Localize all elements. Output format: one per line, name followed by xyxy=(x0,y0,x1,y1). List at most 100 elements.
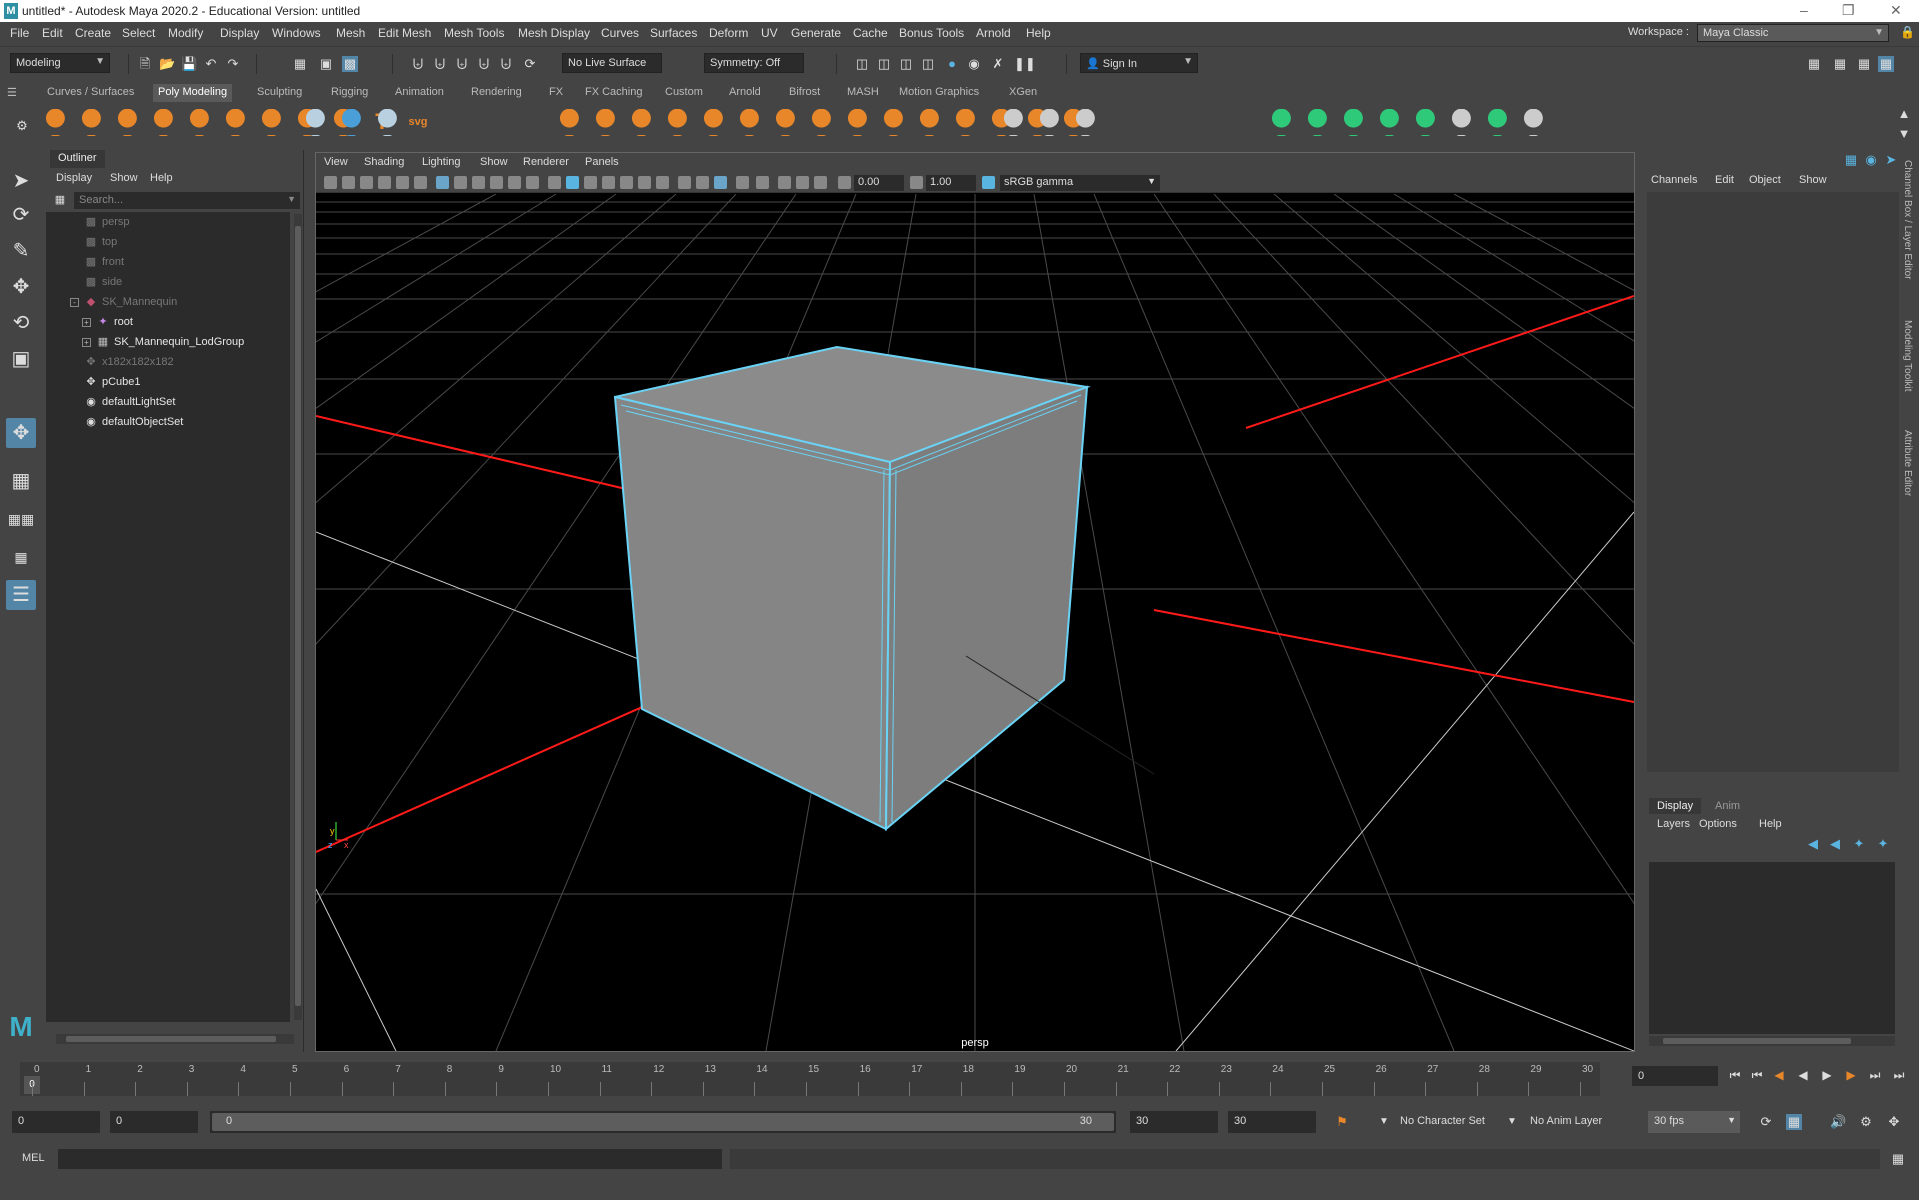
menu-display[interactable]: Display xyxy=(220,26,259,40)
snap-grid-icon[interactable]: ⨄ xyxy=(410,56,426,72)
outliner-menu-show[interactable]: Show xyxy=(110,172,138,184)
outliner-layout-icon[interactable]: ☰ xyxy=(6,580,36,610)
film-gate-icon[interactable] xyxy=(454,176,467,189)
poly-disc-icon[interactable] xyxy=(260,108,288,136)
render-view-icon[interactable]: ◫ xyxy=(854,56,870,72)
mirror-icon[interactable] xyxy=(630,108,658,136)
current-frame-field[interactable]: 0 xyxy=(1632,1066,1718,1086)
lights-icon[interactable] xyxy=(656,176,669,189)
resolution-gate-icon[interactable] xyxy=(472,176,485,189)
anti-aliasing-icon[interactable] xyxy=(756,176,769,189)
uv-project-icon[interactable] xyxy=(1270,108,1298,136)
fps-dropdown[interactable]: 30 fps ▼ xyxy=(1648,1111,1740,1133)
viewport-menu-lighting[interactable]: Lighting xyxy=(422,156,461,168)
outliner-menu-help[interactable]: Help xyxy=(150,172,173,184)
bookmarks-icon[interactable] xyxy=(360,176,373,189)
textured-icon[interactable] xyxy=(638,176,651,189)
viewport-menu-view[interactable]: View xyxy=(324,156,348,168)
snap-curve-icon[interactable]: ⨄ xyxy=(432,56,448,72)
viewport-menu-shading[interactable]: Shading xyxy=(364,156,404,168)
outliner-item-sk-mannequin[interactable]: - ◆ SK_Mannequin xyxy=(46,294,286,312)
snap-view-icon[interactable]: ⨄ xyxy=(476,56,492,72)
two-d-pan-icon[interactable] xyxy=(396,176,409,189)
remesh-icon[interactable] xyxy=(738,108,766,136)
layer-tab-anim[interactable]: Anim xyxy=(1707,798,1748,814)
menu-surfaces[interactable]: Surfaces xyxy=(650,26,697,40)
ipr-render-icon[interactable]: ◫ xyxy=(898,56,914,72)
side-tab-channel-box[interactable]: Channel Box / Layer Editor xyxy=(1902,160,1913,280)
xray-icon[interactable] xyxy=(620,176,633,189)
lock-icon[interactable]: 🔒 xyxy=(1900,25,1915,39)
loop-icon[interactable]: ⟳ xyxy=(1758,1114,1774,1130)
save-scene-icon[interactable]: 💾 xyxy=(181,56,197,72)
select-component-icon[interactable]: ▩ xyxy=(342,56,358,72)
ambient-occlusion-icon[interactable] xyxy=(696,176,709,189)
shelf-scroll-down-icon[interactable]: ▼ xyxy=(1896,126,1912,142)
close-icon[interactable]: ✕ xyxy=(1890,2,1902,19)
menu-arnold[interactable]: Arnold xyxy=(976,26,1011,40)
gamma-field[interactable]: 1.00 xyxy=(926,175,976,191)
menu-help[interactable]: Help xyxy=(1026,26,1051,40)
script-editor-icon[interactable]: ▦ xyxy=(1890,1151,1906,1167)
menu-windows[interactable]: Windows xyxy=(272,26,321,40)
bevel-icon[interactable] xyxy=(882,108,910,136)
uv-cylindrical-icon[interactable] xyxy=(1378,108,1406,136)
modeling-toolkit-icon[interactable]: ▦ xyxy=(1806,56,1822,72)
poly-torus-icon[interactable] xyxy=(188,108,216,136)
menu-uv[interactable]: UV xyxy=(761,26,778,40)
expand-icon[interactable]: + xyxy=(82,338,91,347)
new-layer-icon[interactable]: ✦ xyxy=(1851,836,1867,852)
layer-horizontal-scrollbar[interactable] xyxy=(1649,1036,1895,1046)
pause-icon[interactable]: ❚❚ xyxy=(1014,56,1036,72)
character-set-dropdown[interactable]: No Character Set xyxy=(1394,1111,1514,1133)
menu-mesh-display[interactable]: Mesh Display xyxy=(518,26,590,40)
paint-select-icon[interactable]: ✎ xyxy=(6,236,36,266)
menu-edit-mesh[interactable]: Edit Mesh xyxy=(378,26,431,40)
shelf-tab-rigging[interactable]: Rigging xyxy=(326,84,373,102)
viewport-scene[interactable]: y x z persp xyxy=(316,194,1634,1051)
outliner-menu-display[interactable]: Display xyxy=(56,172,92,184)
outliner-item-root[interactable]: + ✦ root xyxy=(46,314,286,332)
exposure-field[interactable]: 0.00 xyxy=(854,175,904,191)
poly-sphere-icon[interactable] xyxy=(44,108,72,136)
time-slider[interactable]: 0 01234567891011121314151617181920212223… xyxy=(0,1058,1919,1100)
boolean-icon[interactable] xyxy=(594,108,622,136)
uv-camera-icon[interactable] xyxy=(1306,108,1334,136)
attribute-editor-icon[interactable]: ▦ xyxy=(1832,56,1848,72)
scrollbar-thumb[interactable] xyxy=(66,1036,276,1042)
play-backward-icon[interactable]: ◀ xyxy=(1794,1066,1812,1084)
snap-point-icon[interactable]: ⨄ xyxy=(454,56,470,72)
shelf-tab-poly-modeling[interactable]: Poly Modeling xyxy=(153,84,233,102)
channel-box-toggle-icon[interactable]: ▦ xyxy=(1843,152,1859,168)
depth-of-field-icon[interactable] xyxy=(778,176,791,189)
outliner-item-defaultlightset[interactable]: ◉ defaultLightSet xyxy=(46,394,286,412)
smooth-shade-icon[interactable] xyxy=(566,176,579,189)
four-view-icon[interactable]: ▦▦ xyxy=(6,504,36,534)
chevron-down-icon[interactable]: ▼ xyxy=(1376,1114,1392,1130)
go-to-start-icon[interactable]: ⏮ xyxy=(1726,1066,1744,1084)
channel-box-icon[interactable]: ▦ xyxy=(1878,56,1894,72)
range-slider-handle[interactable]: 0 30 xyxy=(212,1113,1114,1131)
menu-mesh-tools[interactable]: Mesh Tools xyxy=(444,26,504,40)
layer-menu-options[interactable]: Options xyxy=(1699,818,1737,830)
outliner-item-pcube1[interactable]: ✥ pCube1 xyxy=(46,374,286,392)
channels-menu-object[interactable]: Object xyxy=(1749,174,1781,186)
tool-settings-toggle-icon[interactable]: ➤ xyxy=(1883,152,1899,168)
scrollbar-thumb[interactable] xyxy=(1663,1038,1851,1044)
scene-start-field[interactable]: 0 xyxy=(12,1111,100,1133)
viewport-menu-panels[interactable]: Panels xyxy=(585,156,619,168)
two-view-icon[interactable]: ▦ xyxy=(6,542,36,572)
shelf-scroll-up-icon[interactable]: ▲ xyxy=(1896,106,1912,122)
gate-mask-icon[interactable] xyxy=(490,176,503,189)
shelf-tab-motion-graphics[interactable]: Motion Graphics xyxy=(894,84,984,102)
play-forward-icon[interactable]: ▶ xyxy=(1818,1066,1836,1084)
image-plane-icon[interactable] xyxy=(378,176,391,189)
layer-tab-display[interactable]: Display xyxy=(1649,798,1702,814)
shelf-tab-mash[interactable]: MASH xyxy=(842,84,884,102)
auto-key-icon[interactable]: ⚑ xyxy=(1334,1114,1350,1130)
shadows-icon[interactable] xyxy=(678,176,691,189)
uv-sew-icon[interactable] xyxy=(1522,108,1550,136)
command-language-label[interactable]: MEL xyxy=(22,1152,45,1164)
scene-end-field[interactable]: 30 xyxy=(1228,1111,1316,1133)
sign-in-dropdown[interactable]: 👤 Sign In ▼ xyxy=(1080,53,1198,73)
